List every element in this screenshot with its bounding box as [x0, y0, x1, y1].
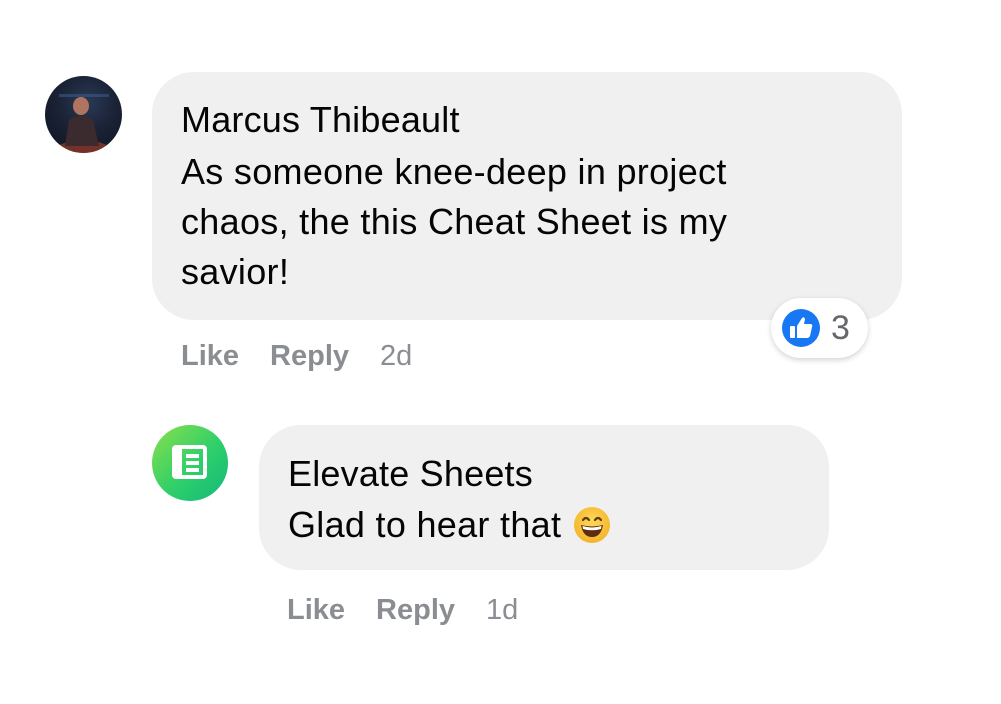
- like-button[interactable]: Like: [287, 594, 345, 627]
- reply-text-row: Glad to hear that: [288, 500, 800, 550]
- comment-timestamp[interactable]: 2d: [380, 340, 412, 373]
- comment-bubble: Marcus Thibeault As someone knee-deep in…: [152, 72, 902, 320]
- reply-button[interactable]: Reply: [376, 594, 455, 627]
- reply-bubble: Elevate Sheets Glad to hear that: [259, 425, 829, 570]
- reply-author[interactable]: Elevate Sheets: [288, 452, 800, 496]
- avatar-marcus-thibeault[interactable]: [45, 76, 122, 153]
- grinning-face-icon: [574, 507, 611, 543]
- reply-actions: Like Reply 1d: [287, 594, 518, 627]
- reply-button[interactable]: Reply: [270, 340, 349, 373]
- like-button[interactable]: Like: [181, 340, 239, 373]
- comment-text: As someone knee-deep in project chaos, t…: [181, 151, 728, 292]
- avatar-elevate-sheets[interactable]: [152, 425, 228, 501]
- comment-actions: Like Reply 2d: [181, 340, 412, 373]
- like-icon: [782, 309, 820, 347]
- comment-author[interactable]: Marcus Thibeault: [181, 98, 872, 142]
- reaction-count: 3: [831, 308, 850, 347]
- reaction-summary[interactable]: 3: [771, 298, 868, 358]
- reply-timestamp[interactable]: 1d: [486, 594, 518, 627]
- reply-text: Glad to hear that: [288, 504, 562, 545]
